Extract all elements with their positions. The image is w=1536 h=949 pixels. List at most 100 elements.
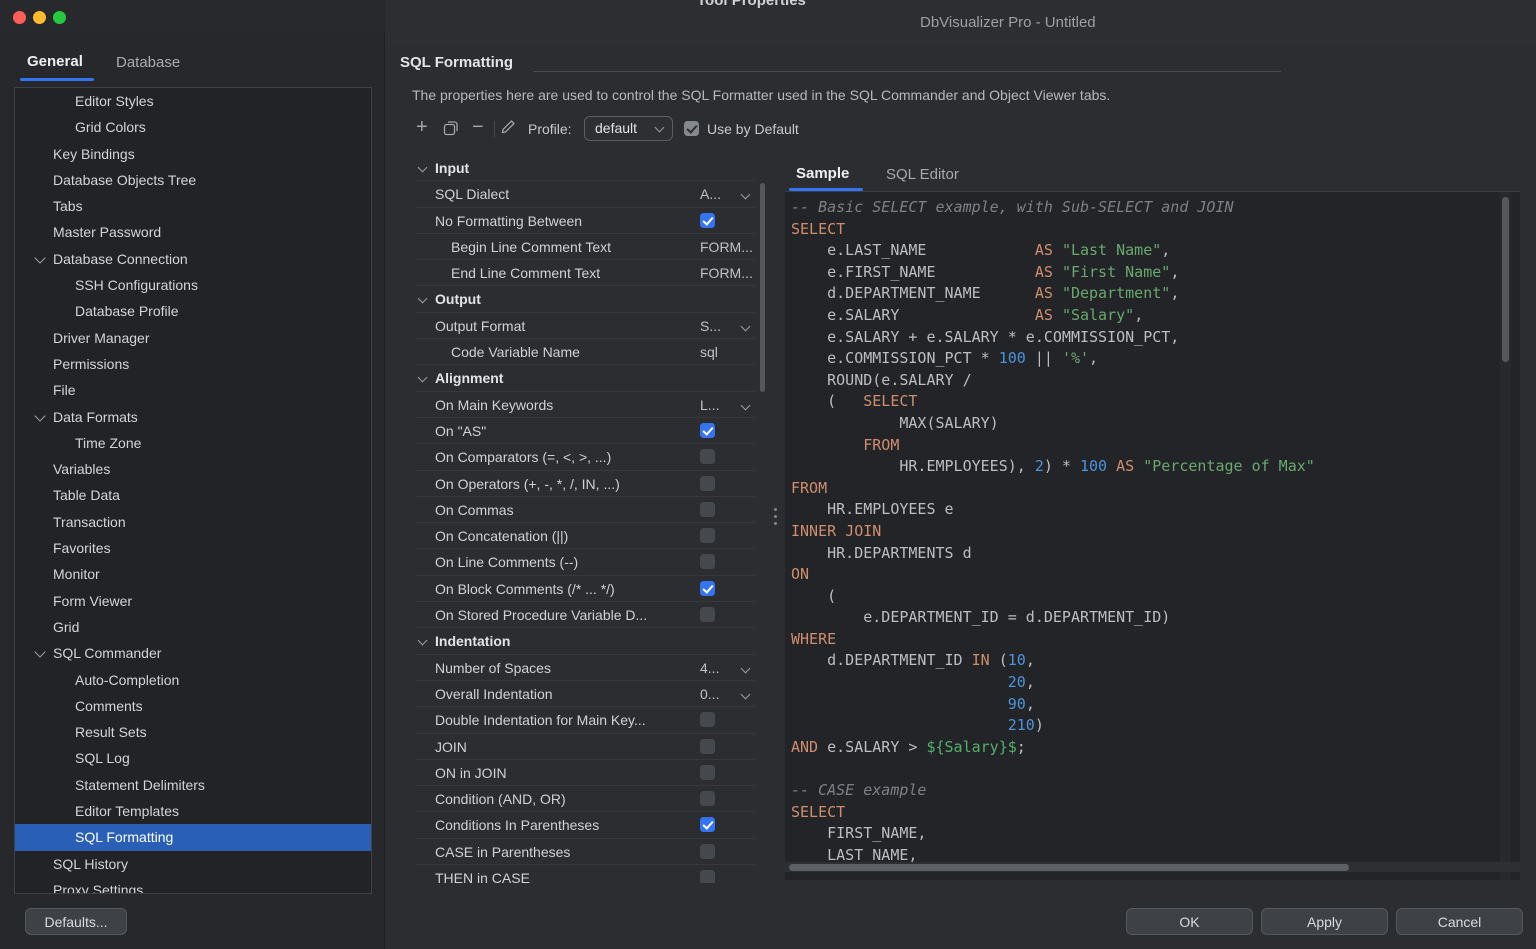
code-vertical-scrollbar[interactable]	[1502, 197, 1509, 362]
panel-splitter-handle[interactable]	[773, 505, 779, 533]
setting-row-double-indentation-for-main-key[interactable]: Double Indentation for Main Key...	[415, 707, 755, 733]
tree-item-sql-log[interactable]: SQL Log	[15, 745, 371, 771]
setting-checkbox[interactable]	[700, 581, 715, 596]
edit-profile-icon[interactable]	[501, 119, 516, 137]
setting-value[interactable]: L...	[700, 392, 719, 418]
setting-checkbox[interactable]	[700, 791, 715, 806]
tree-item-tabs[interactable]: Tabs	[15, 193, 371, 219]
tree-item-favorites[interactable]: Favorites	[15, 535, 371, 561]
setting-checkbox[interactable]	[700, 476, 715, 491]
tree-item-database-objects-tree[interactable]: Database Objects Tree	[15, 167, 371, 193]
setting-value[interactable]: FORM...	[700, 234, 753, 260]
setting-value[interactable]: A...	[700, 181, 721, 207]
tree-item-variables[interactable]: Variables	[15, 456, 371, 482]
settings-scrollbar[interactable]	[760, 183, 765, 392]
setting-row-no-formatting-between[interactable]: No Formatting Between	[415, 208, 755, 234]
defaults-button[interactable]: Defaults...	[25, 908, 127, 935]
chevron-down-icon[interactable]	[418, 163, 428, 173]
chevron-down-icon[interactable]	[34, 252, 45, 263]
setting-value[interactable]: 4...	[700, 655, 719, 681]
setting-checkbox[interactable]	[700, 712, 715, 727]
code-horizontal-scrollbar[interactable]	[789, 864, 1349, 871]
setting-row-end-line-comment-text[interactable]: End Line Comment TextFORM...	[415, 260, 755, 286]
tree-item-time-zone[interactable]: Time Zone	[15, 430, 371, 456]
setting-row-output-format[interactable]: Output FormatS...	[415, 313, 755, 339]
setting-checkbox[interactable]	[700, 423, 715, 438]
setting-row-condition-and-or[interactable]: Condition (AND, OR)	[415, 786, 755, 812]
tree-item-data-formats[interactable]: Data Formats	[15, 404, 371, 430]
tree-item-statement-delimiters[interactable]: Statement Delimiters	[15, 772, 371, 798]
zoom-button[interactable]	[53, 11, 66, 24]
setting-row-on-as[interactable]: On "AS"	[415, 418, 755, 444]
tree-item-monitor[interactable]: Monitor	[15, 561, 371, 587]
setting-row-case-in-parentheses[interactable]: CASE in Parentheses	[415, 839, 755, 865]
setting-checkbox[interactable]	[700, 739, 715, 754]
tree-item-ssh-configurations[interactable]: SSH Configurations	[15, 272, 371, 298]
chevron-down-icon[interactable]	[418, 636, 428, 646]
setting-row-on-in-join[interactable]: ON in JOIN	[415, 760, 755, 786]
setting-checkbox[interactable]	[700, 607, 715, 622]
tree-item-file[interactable]: File	[15, 377, 371, 403]
chevron-down-icon[interactable]	[34, 410, 45, 421]
tree-item-auto-completion[interactable]: Auto-Completion	[15, 667, 371, 693]
setting-row-overall-indentation[interactable]: Overall Indentation0...	[415, 681, 755, 707]
setting-row-on-concatenation[interactable]: On Concatenation (||)	[415, 523, 755, 549]
tab-sample[interactable]: Sample	[796, 165, 849, 182]
settings-section-alignment[interactable]: Alignment	[415, 365, 755, 391]
tab-database[interactable]: Database	[116, 54, 180, 71]
tree-item-result-sets[interactable]: Result Sets	[15, 719, 371, 745]
setting-checkbox[interactable]	[700, 502, 715, 517]
chevron-down-icon[interactable]	[418, 373, 428, 383]
cancel-button[interactable]: Cancel	[1396, 908, 1523, 935]
tree-item-table-data[interactable]: Table Data	[15, 482, 371, 508]
apply-button[interactable]: Apply	[1261, 908, 1388, 935]
profile-select[interactable]: default	[584, 116, 673, 141]
tree-item-database-profile[interactable]: Database Profile	[15, 298, 371, 324]
settings-section-output[interactable]: Output	[415, 286, 755, 312]
tree-item-key-bindings[interactable]: Key Bindings	[15, 141, 371, 167]
settings-section-input[interactable]: Input	[415, 155, 755, 181]
setting-value[interactable]: sql	[700, 339, 718, 365]
tree-item-sql-formatting[interactable]: SQL Formatting	[15, 824, 371, 850]
close-button[interactable]	[13, 11, 26, 24]
setting-value[interactable]: FORM...	[700, 260, 753, 286]
chevron-down-icon[interactable]	[34, 647, 45, 658]
tree-item-comments[interactable]: Comments	[15, 693, 371, 719]
setting-checkbox[interactable]	[700, 844, 715, 859]
tree-item-transaction[interactable]: Transaction	[15, 509, 371, 535]
use-by-default-checkbox[interactable]	[684, 121, 699, 136]
ok-button[interactable]: OK	[1126, 908, 1253, 935]
tree-item-sql-history[interactable]: SQL History	[15, 851, 371, 877]
setting-row-then-in-case[interactable]: THEN in CASE	[415, 865, 755, 883]
tree-item-grid[interactable]: Grid	[15, 614, 371, 640]
setting-row-sql-dialect[interactable]: SQL DialectA...	[415, 181, 755, 207]
setting-row-on-stored-procedure-variable-d[interactable]: On Stored Procedure Variable D...	[415, 602, 755, 628]
setting-value[interactable]: 0...	[700, 681, 719, 707]
tree-item-driver-manager[interactable]: Driver Manager	[15, 325, 371, 351]
setting-checkbox[interactable]	[700, 870, 715, 883]
tab-sql-editor[interactable]: SQL Editor	[886, 166, 959, 183]
setting-row-on-line-comments[interactable]: On Line Comments (--)	[415, 549, 755, 575]
tree-item-editor-styles[interactable]: Editor Styles	[15, 88, 371, 114]
setting-row-join[interactable]: JOIN	[415, 734, 755, 760]
tab-general[interactable]: General	[27, 53, 83, 70]
chevron-down-icon[interactable]	[418, 294, 428, 304]
tree-item-form-viewer[interactable]: Form Viewer	[15, 588, 371, 614]
setting-row-begin-line-comment-text[interactable]: Begin Line Comment TextFORM...	[415, 234, 755, 260]
tree-item-permissions[interactable]: Permissions	[15, 351, 371, 377]
setting-value[interactable]: S...	[700, 313, 721, 339]
setting-row-on-commas[interactable]: On Commas	[415, 497, 755, 523]
setting-row-conditions-in-parentheses[interactable]: Conditions In Parentheses	[415, 812, 755, 838]
setting-checkbox[interactable]	[700, 449, 715, 464]
add-profile-button[interactable]: +	[416, 118, 428, 136]
setting-checkbox[interactable]	[700, 765, 715, 780]
setting-row-number-of-spaces[interactable]: Number of Spaces4...	[415, 655, 755, 681]
tree-item-master-password[interactable]: Master Password	[15, 219, 371, 245]
tree-item-database-connection[interactable]: Database Connection	[15, 246, 371, 272]
setting-checkbox[interactable]	[700, 213, 715, 228]
setting-row-on-comparators[interactable]: On Comparators (=, <, >, ...)	[415, 444, 755, 470]
tree-item-proxy-settings[interactable]: Proxy Settings	[15, 877, 371, 894]
minimize-button[interactable]	[33, 11, 46, 24]
copy-profile-icon[interactable]	[443, 120, 459, 139]
tree-item-grid-colors[interactable]: Grid Colors	[15, 114, 371, 140]
